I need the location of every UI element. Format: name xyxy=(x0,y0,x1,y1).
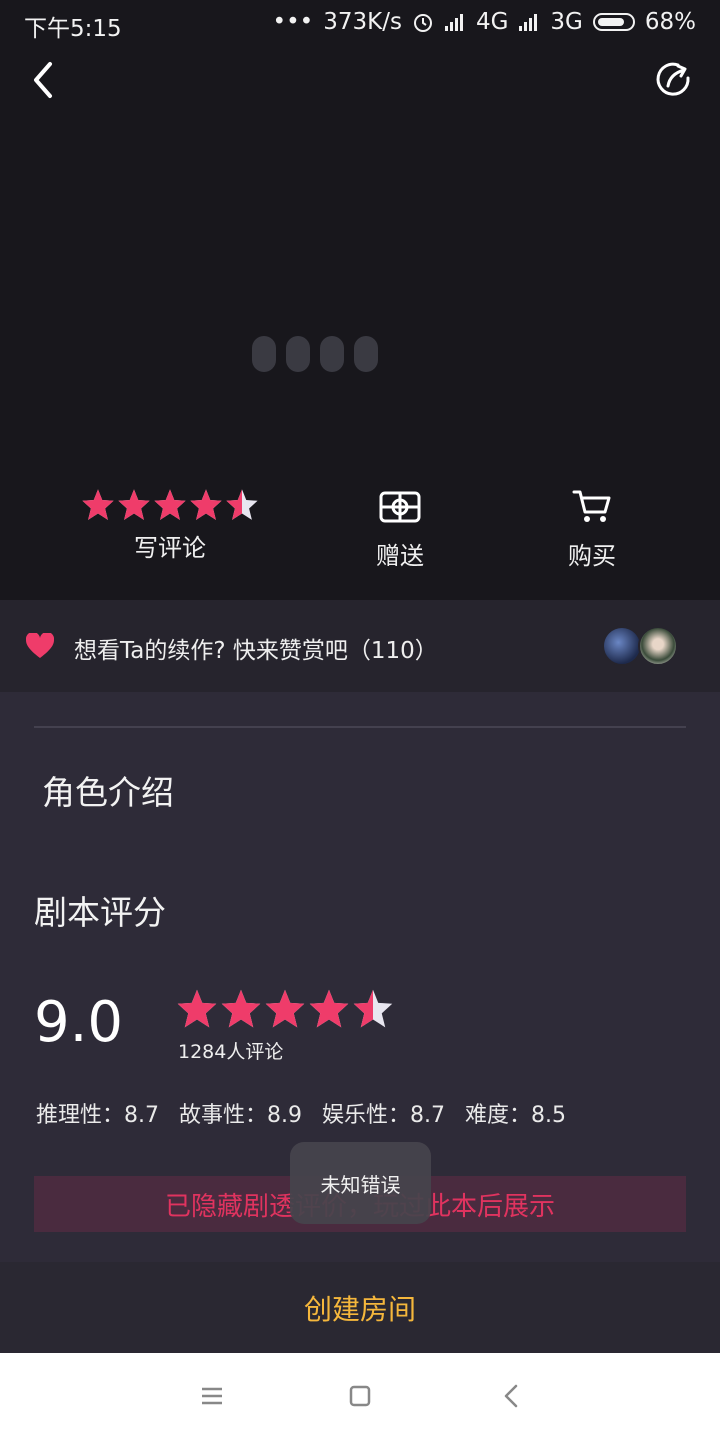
gift-label: 赠送 xyxy=(376,542,424,570)
sub-score-reasoning: 推理性：8.7 xyxy=(36,1103,159,1128)
sub-score-story: 故事性：8.9 xyxy=(179,1103,302,1128)
action-row: 写评论 赠送 购买 xyxy=(0,480,720,580)
script-score-title: 剧本评分 xyxy=(34,893,166,932)
system-back-icon[interactable] xyxy=(497,1381,527,1411)
sub-scores: 推理性：8.7 故事性：8.9 娱乐性：8.7 难度：8.5 xyxy=(36,1097,566,1129)
star-icon xyxy=(118,489,150,520)
review-count: 1284人评论 xyxy=(178,1041,284,1063)
gift-button[interactable]: 赠送 xyxy=(360,490,440,571)
menu-icon[interactable] xyxy=(197,1381,227,1411)
cart-icon xyxy=(572,490,611,522)
star-icon xyxy=(190,489,222,520)
buy-button[interactable]: 购买 xyxy=(550,488,634,571)
loading-dot xyxy=(286,336,310,372)
battery-level: 68% xyxy=(644,9,696,35)
gift-icon xyxy=(379,491,421,523)
create-room-button[interactable]: 创建房间 xyxy=(0,1262,720,1353)
status-dots: ••• xyxy=(272,9,314,35)
network-speed: 373K/s xyxy=(323,9,402,35)
star-icon xyxy=(154,489,186,520)
star-icon xyxy=(353,989,393,1028)
signal-icon-2 xyxy=(519,14,538,31)
sub-score-difficulty: 难度：8.5 xyxy=(465,1103,566,1128)
score-stars xyxy=(176,988,394,1030)
network-type-2: 3G xyxy=(550,9,583,35)
error-toast: 未知错误 xyxy=(290,1142,431,1224)
system-nav-bar xyxy=(0,1353,720,1440)
divider xyxy=(34,726,686,728)
loading-dot xyxy=(354,336,378,372)
write-review-button[interactable]: 写评论 xyxy=(80,488,260,563)
signal-icon xyxy=(444,14,463,31)
score-value: 9.0 xyxy=(34,990,124,1055)
star-icon xyxy=(221,989,261,1028)
rating-stars xyxy=(80,488,260,522)
star-icon xyxy=(82,489,114,520)
alarm-icon xyxy=(413,14,432,32)
star-icon xyxy=(226,489,258,520)
back-arrow-icon[interactable] xyxy=(26,58,60,102)
buy-label: 购买 xyxy=(568,542,616,570)
battery-icon xyxy=(592,13,635,31)
supporter-avatars[interactable] xyxy=(602,626,682,666)
role-intro-title[interactable]: 角色介绍 xyxy=(42,766,174,814)
avatar xyxy=(602,626,642,666)
status-bar: 下午5:15 ••• 373K/s 4G 3G 68% xyxy=(0,0,720,46)
loading-dot xyxy=(320,336,344,372)
screen: 下午5:15 ••• 373K/s 4G 3G 68% 写评论 赠送 购买 想看… xyxy=(0,0,720,1440)
share-icon[interactable] xyxy=(654,60,694,100)
donate-text: 想看Ta的续作? 快来赞赏吧（110） xyxy=(74,638,438,664)
status-time: 下午5:15 xyxy=(24,16,122,42)
star-icon xyxy=(265,989,305,1028)
loading-indicator xyxy=(252,336,378,372)
star-icon xyxy=(309,989,349,1028)
avatar xyxy=(638,626,678,666)
home-icon[interactable] xyxy=(345,1381,375,1411)
star-icon xyxy=(177,989,217,1028)
status-right: ••• 373K/s 4G 3G 68% xyxy=(273,9,696,35)
loading-dot xyxy=(252,336,276,372)
sub-score-fun: 娱乐性：8.7 xyxy=(322,1103,445,1128)
network-type-1: 4G xyxy=(475,9,509,35)
write-review-label: 写评论 xyxy=(134,534,206,562)
heart-icon xyxy=(26,633,54,658)
